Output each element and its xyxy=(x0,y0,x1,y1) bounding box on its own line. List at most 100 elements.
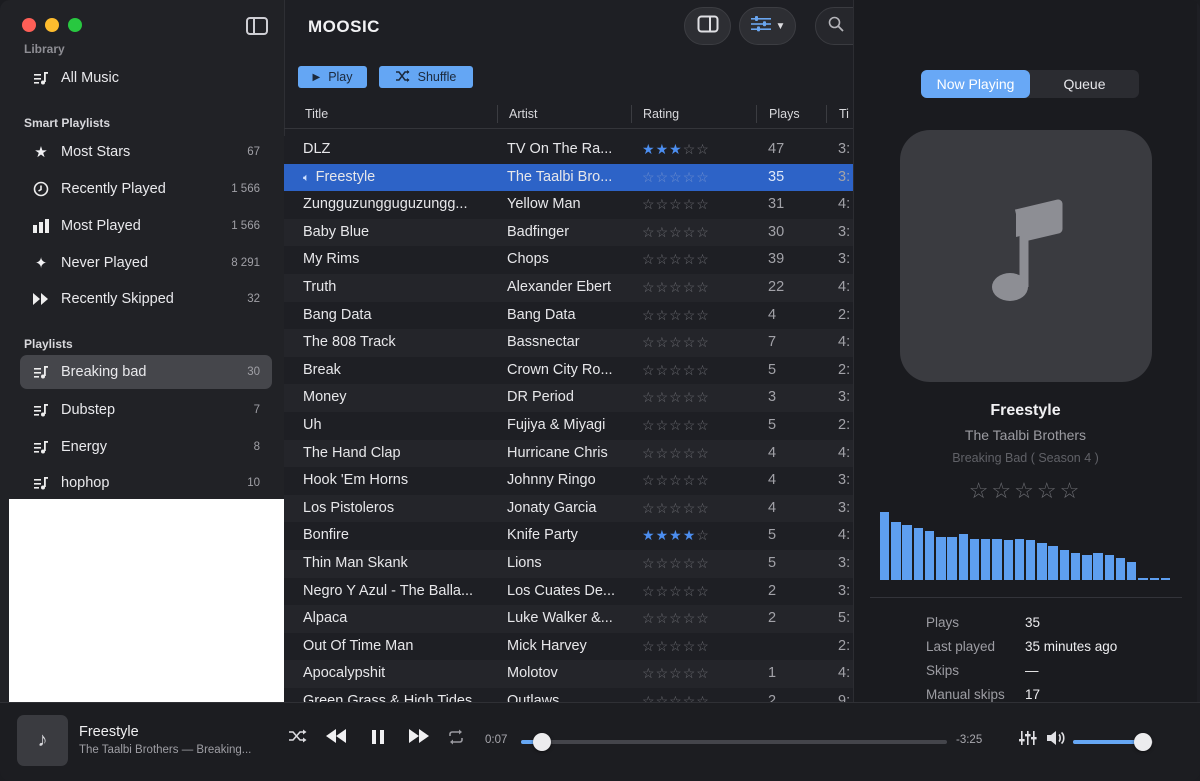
sidebar-item-energy[interactable]: Energy 8 xyxy=(20,430,272,464)
mini-album-art[interactable]: ♪ xyxy=(17,715,68,766)
rating-star-icon[interactable]: ☆ xyxy=(696,307,710,323)
table-row[interactable]: Out Of Time Man Mick Harvey ☆☆☆☆☆ 2: xyxy=(284,632,853,661)
table-row[interactable]: Money DR Period ☆☆☆☆☆ 3 3: xyxy=(284,384,853,412)
play-button[interactable]: ▶ Play xyxy=(298,66,367,88)
track-rating[interactable]: ☆☆☆☆☆ xyxy=(642,605,732,633)
rating-star-icon[interactable]: ☆ xyxy=(683,307,697,323)
rating-star-icon[interactable]: ★ xyxy=(642,141,656,157)
rating-star-icon[interactable]: ☆ xyxy=(683,638,697,654)
now-playing-rating[interactable]: ☆☆☆☆☆ xyxy=(854,478,1197,504)
rating-star-icon[interactable]: ☆ xyxy=(642,417,656,433)
rating-star-icon[interactable]: ☆ xyxy=(669,196,683,212)
rating-star-icon[interactable]: ☆ xyxy=(669,307,683,323)
rating-star-icon[interactable]: ☆ xyxy=(656,362,670,378)
sidebar-item-most-stars[interactable]: ★ Most Stars 67 xyxy=(20,135,272,169)
rating-star-icon[interactable]: ☆ xyxy=(669,224,683,240)
rating-star-icon[interactable]: ☆ xyxy=(696,362,710,378)
rating-star-icon[interactable]: ☆ xyxy=(683,224,697,240)
column-divider[interactable] xyxy=(826,105,827,123)
progress-slider[interactable] xyxy=(521,733,947,751)
rating-star-icon[interactable]: ☆ xyxy=(696,472,710,488)
table-row[interactable]: The 808 Track Bassnectar ☆☆☆☆☆ 7 4: xyxy=(284,329,853,357)
table-row[interactable]: The Hand Clap Hurricane Chris ☆☆☆☆☆ 4 4: xyxy=(284,439,853,468)
track-rating[interactable]: ☆☆☆☆☆ xyxy=(642,357,732,385)
sidebar-item-recently-played[interactable]: Recently Played 1 566 xyxy=(20,172,272,206)
track-rating[interactable]: ☆☆☆☆☆ xyxy=(642,660,732,688)
rating-star-icon[interactable]: ☆ xyxy=(696,583,710,599)
sidebar-item-never-played[interactable]: ✦ Never Played 8 291 xyxy=(20,246,272,280)
track-rating[interactable]: ☆☆☆☆☆ xyxy=(642,688,732,702)
rating-star-icon[interactable]: ☆ xyxy=(642,665,656,681)
column-time[interactable]: Ti xyxy=(839,100,849,128)
rating-star-icon[interactable]: ☆ xyxy=(669,638,683,654)
rating-star-icon[interactable]: ☆ xyxy=(669,169,683,185)
rating-star-icon[interactable]: ☆ xyxy=(669,334,683,350)
table-row[interactable]: Thin Man Skank Lions ☆☆☆☆☆ 5 3: xyxy=(284,549,853,578)
table-row[interactable]: Baby Blue Badfinger ☆☆☆☆☆ 30 3: xyxy=(284,218,853,247)
rating-star-icon[interactable]: ☆ xyxy=(642,583,656,599)
table-row[interactable]: Hook 'Em Horns Johnny Ringo ☆☆☆☆☆ 4 3: xyxy=(284,467,853,495)
rating-star-icon[interactable]: ☆ xyxy=(696,527,710,543)
rating-star-icon[interactable]: ☆ xyxy=(669,362,683,378)
rating-star-icon[interactable]: ★ xyxy=(656,141,670,157)
rating-star-icon[interactable]: ☆ xyxy=(669,665,683,681)
rating-star-icon[interactable]: ☆ xyxy=(683,500,697,516)
rating-star-icon[interactable]: ☆ xyxy=(696,251,710,267)
track-rating[interactable]: ☆☆☆☆☆ xyxy=(642,329,732,357)
rating-star-icon[interactable]: ☆ xyxy=(642,196,656,212)
rating-star-icon[interactable]: ☆ xyxy=(642,251,656,267)
sidebar-item-recently-skipped[interactable]: Recently Skipped 32 xyxy=(20,282,272,316)
rating-star-icon[interactable]: ☆ xyxy=(642,445,656,461)
rating-star-icon[interactable]: ☆ xyxy=(656,665,670,681)
column-title[interactable]: Title xyxy=(305,100,328,128)
table-row[interactable]: Alpaca Luke Walker &... ☆☆☆☆☆ 2 5: xyxy=(284,605,853,633)
rating-star-icon[interactable]: ☆ xyxy=(656,169,670,185)
rating-star-icon[interactable]: ☆ xyxy=(683,445,697,461)
table-row[interactable]: My Rims Chops ☆☆☆☆☆ 39 3: xyxy=(284,246,853,274)
track-rating[interactable]: ☆☆☆☆☆ xyxy=(642,274,732,302)
track-rating[interactable]: ★★★☆☆ xyxy=(642,136,732,164)
rating-star-icon[interactable]: ☆ xyxy=(696,555,710,571)
rating-star-icon[interactable]: ☆ xyxy=(669,389,683,405)
track-rating[interactable]: ☆☆☆☆☆ xyxy=(642,550,732,578)
next-track-button[interactable] xyxy=(408,729,430,748)
zoom-window-button[interactable] xyxy=(68,18,82,32)
track-rating[interactable]: ☆☆☆☆☆ xyxy=(642,219,732,247)
rating-star-icon[interactable]: ☆ xyxy=(683,362,697,378)
rating-star-icon[interactable]: ☆ xyxy=(656,555,670,571)
rating-star-icon[interactable]: ☆ xyxy=(696,224,710,240)
rating-star-icon[interactable]: ☆ xyxy=(696,141,710,157)
table-row[interactable]: Break Crown City Ro... ☆☆☆☆☆ 5 2: xyxy=(284,356,853,385)
rating-star-icon[interactable]: ☆ xyxy=(696,638,710,654)
sidebar-toggle-icon[interactable] xyxy=(246,17,268,35)
rating-star-icon[interactable]: ☆ xyxy=(669,279,683,295)
volume-button[interactable] xyxy=(1046,730,1066,751)
sidebar-item-dubstep[interactable]: Dubstep 7 xyxy=(20,393,272,427)
rating-star-icon[interactable]: ☆ xyxy=(642,362,656,378)
rating-star-icon[interactable]: ☆ xyxy=(696,693,710,702)
rating-star-icon[interactable]: ☆ xyxy=(656,583,670,599)
rating-star-icon[interactable]: ☆ xyxy=(656,693,670,702)
rating-star-icon[interactable]: ☆ xyxy=(642,500,656,516)
rating-star-icon[interactable]: ☆ xyxy=(642,555,656,571)
track-rating[interactable]: ★★★★☆ xyxy=(642,522,732,550)
rating-star-icon[interactable]: ☆ xyxy=(642,279,656,295)
rating-star-icon[interactable]: ☆ xyxy=(683,472,697,488)
table-row[interactable]: 🔈︎ Freestyle The Taalbi Bro... ☆☆☆☆☆ 35 3: xyxy=(284,163,853,192)
rating-star-icon[interactable]: ☆ xyxy=(656,224,670,240)
table-row[interactable]: Negro Y Azul - The Balla... Los Cuates De… xyxy=(284,577,853,606)
column-plays[interactable]: Plays xyxy=(769,100,800,128)
rating-star-icon[interactable]: ★ xyxy=(683,527,697,543)
table-row[interactable]: Truth Alexander Ebert ☆☆☆☆☆ 22 4: xyxy=(284,273,853,302)
rating-star-icon[interactable]: ☆ xyxy=(683,141,697,157)
rating-star-icon[interactable]: ☆ xyxy=(656,638,670,654)
rating-star-icon[interactable]: ☆ xyxy=(683,389,697,405)
rating-star-icon[interactable]: ☆ xyxy=(696,445,710,461)
rating-star-icon[interactable]: ☆ xyxy=(696,334,710,350)
previous-track-button[interactable] xyxy=(325,729,347,748)
rating-star-icon[interactable]: ☆ xyxy=(669,610,683,626)
close-window-button[interactable] xyxy=(22,18,36,32)
column-divider[interactable] xyxy=(756,105,757,123)
rating-star-icon[interactable]: ☆ xyxy=(642,169,656,185)
table-row[interactable]: Bang Data Bang Data ☆☆☆☆☆ 4 2: xyxy=(284,301,853,330)
